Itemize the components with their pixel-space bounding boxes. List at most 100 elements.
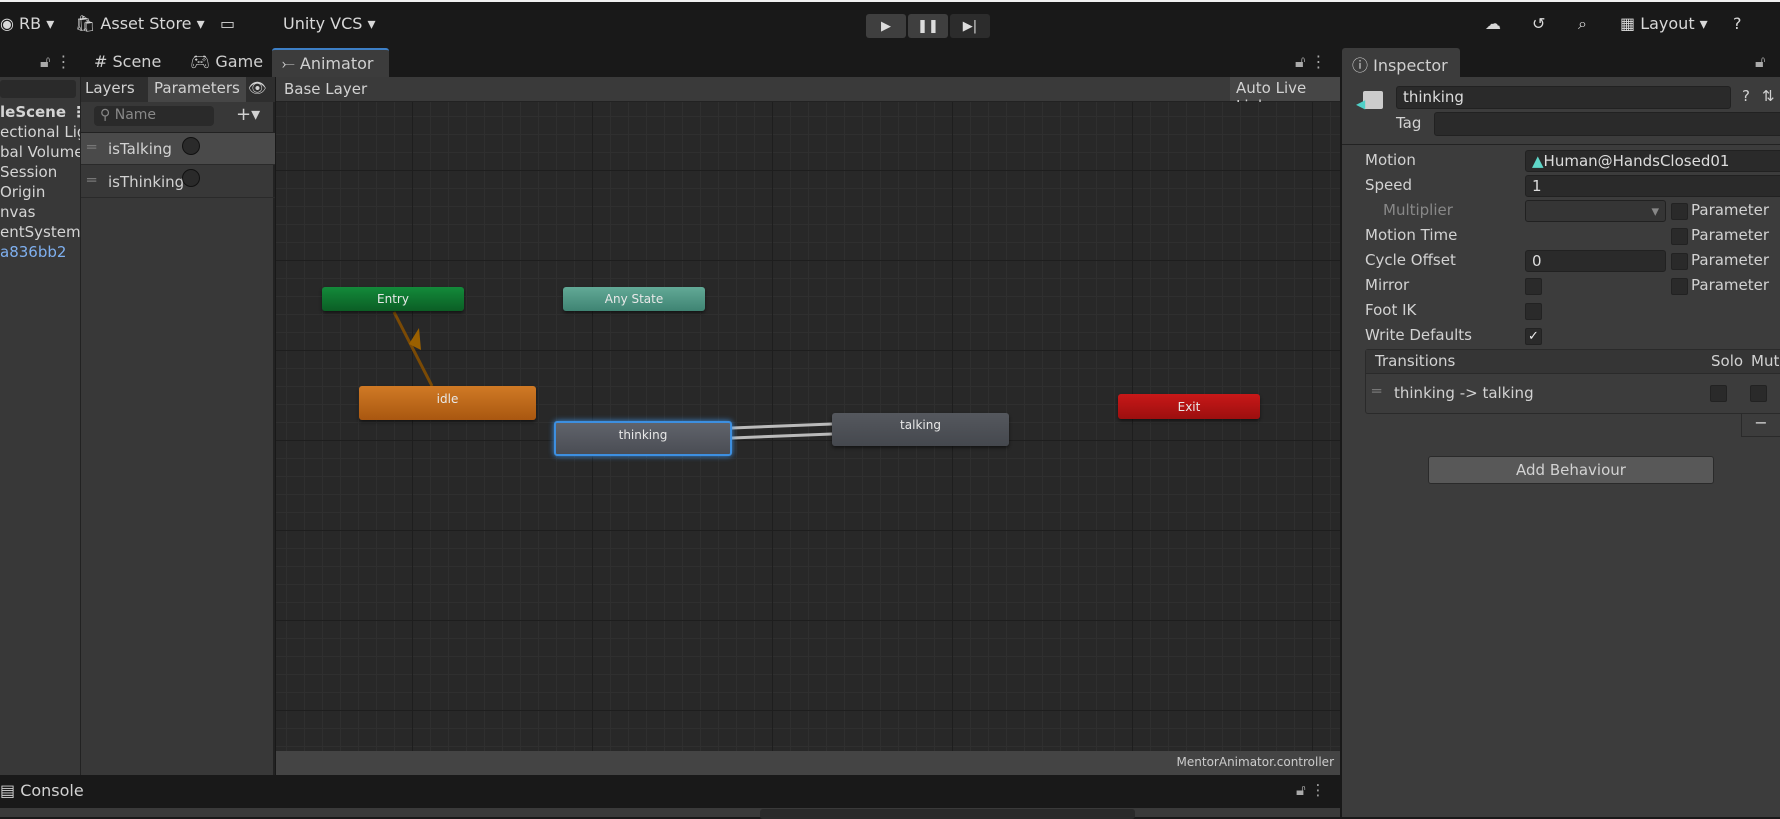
vcs-dropdown[interactable]: Unity VCS ▾ (283, 14, 376, 33)
pause-button[interactable]: ❚❚ (908, 14, 948, 38)
account-dropdown[interactable]: ◉ RB ▾ (0, 14, 54, 33)
multiplier-label: Multiplier (1383, 201, 1453, 219)
speed-input[interactable]: 1 (1525, 175, 1780, 197)
lock-icon[interactable]: 🔓︎ ⋮ (30, 48, 81, 77)
help-icon[interactable]: ? (1733, 14, 1742, 33)
bool-toggle[interactable] (182, 169, 200, 187)
scene-root[interactable]: leScene ⋮ (0, 103, 80, 121)
state-talking[interactable]: talking (832, 413, 1009, 446)
inspector-title: Inspector (1373, 56, 1448, 75)
layout-dropdown[interactable]: ▦ Layout ▾ (1620, 14, 1708, 33)
mirror-parameter-checkbox[interactable] (1671, 278, 1688, 295)
tab-game[interactable]: 🎮︎ Game (180, 48, 273, 77)
tab-inspector[interactable]: ⓘ Inspector (1342, 48, 1460, 77)
state-idle[interactable]: idle (359, 386, 536, 420)
console-title: Console (20, 781, 84, 800)
animator-state-icon: ◀ (1356, 89, 1384, 115)
tag-label: Tag (1396, 114, 1422, 132)
bag-icon: 🛍 (75, 14, 96, 33)
presets-icon[interactable]: ⇅ (1762, 87, 1775, 105)
console-tab-bar: ▤ Console 🔓︎ ⋮ (0, 775, 1340, 808)
layers-tab[interactable]: Layers (85, 79, 135, 97)
add-parameter-button[interactable]: +▾ (236, 104, 260, 125)
mute-header: Mute (1751, 352, 1780, 370)
controller-name: MentorAnimator.controller (1176, 755, 1334, 769)
motion-time-parameter-checkbox[interactable] (1671, 228, 1688, 245)
history-icon[interactable]: ↺ (1532, 14, 1545, 33)
state-entry[interactable]: Entry (322, 287, 464, 311)
parameters-tab[interactable]: Parameters (148, 77, 246, 102)
motion-field[interactable]: ▲Human@HandsClosed01 (1525, 150, 1780, 172)
state-exit[interactable]: Exit (1118, 394, 1260, 419)
hierarchy-item[interactable]: entSystem (0, 223, 80, 241)
main-toolbar: ◉ RB ▾ 🛍 Asset Store ▾ ▭ Unity VCS ▾ ▶ ❚… (0, 0, 1780, 48)
parameter-row[interactable]: ═ isTalking (81, 133, 275, 165)
animator-graph[interactable]: Entry Any State idle thinking talking Ex… (276, 102, 1340, 751)
asset-store-dropdown[interactable]: 🛍 Asset Store ▾ (75, 14, 205, 33)
speed-label: Speed (1365, 176, 1413, 194)
hierarchy-item[interactable]: Origin (0, 183, 45, 201)
tab-game-label: Game (215, 52, 264, 71)
info-icon: ⓘ (1352, 56, 1369, 75)
hierarchy-item[interactable]: nvas (0, 203, 35, 221)
multiplier-parameter-checkbox[interactable] (1671, 203, 1688, 220)
mute-checkbox[interactable] (1750, 385, 1767, 402)
cycle-offset-parameter-checkbox[interactable] (1671, 253, 1688, 270)
step-button[interactable]: ▶| (950, 14, 990, 38)
hierarchy-search[interactable] (0, 80, 76, 98)
cloud-icon[interactable]: ☁ (1485, 14, 1501, 33)
graph-footer: MentorAnimator.controller (276, 751, 1340, 775)
search-placeholder: Name (114, 107, 157, 123)
parameter-search-input[interactable]: ⚲ Name (94, 106, 214, 126)
hierarchy-item[interactable]: Session (0, 163, 57, 181)
multiplier-dropdown[interactable]: ▾ (1525, 200, 1666, 222)
animator-lock-icon[interactable]: 🔓︎ ⋮ (1285, 48, 1336, 77)
solo-header: Solo (1711, 352, 1744, 370)
console-toolbar (0, 808, 1340, 819)
state-any-state[interactable]: Any State (563, 287, 705, 311)
bool-toggle[interactable] (182, 137, 200, 155)
tab-console[interactable]: ▤ Console (0, 781, 84, 800)
parameters-panel: Layers Parameters 👁︎ ⚲ Name +▾ ═ isTalki… (81, 77, 275, 775)
tag-input[interactable] (1434, 112, 1780, 136)
add-behaviour-button[interactable]: Add Behaviour (1428, 456, 1714, 484)
tab-animator[interactable]: ⤚ Animator (272, 48, 389, 77)
parameter-row[interactable]: ═ isThinking (81, 166, 275, 198)
console-lock-icon[interactable]: 🔓︎ ⋮ (1296, 781, 1326, 799)
inspector-panel: ◀ thinking ? ⇅ Tag Motion ▲Human@HandsCl… (1342, 77, 1780, 817)
play-button[interactable]: ▶ (866, 14, 906, 38)
parameter-label: Parameter (1691, 201, 1770, 219)
transition-edges (392, 311, 833, 444)
asset-store-label: Asset Store (100, 14, 192, 33)
entry-to-idle-transition (392, 311, 434, 387)
scene-name: leScene (0, 103, 67, 121)
thinking-to-talking-transition (731, 432, 833, 440)
state-name-input[interactable]: thinking (1396, 86, 1731, 109)
mirror-label: Mirror (1365, 276, 1410, 294)
parameter-label: Parameter (1691, 276, 1770, 294)
auto-live-link-button[interactable]: Auto Live Link (1230, 77, 1340, 115)
solo-checkbox[interactable] (1710, 385, 1727, 402)
hierarchy-item[interactable]: bal Volume (0, 143, 80, 161)
console-search-input[interactable] (760, 809, 1135, 819)
foot-ik-checkbox[interactable] (1525, 303, 1542, 320)
transition-row[interactable]: ═ thinking -> talking (1366, 375, 1780, 413)
tab-animator-label: Animator (299, 54, 374, 73)
cycle-offset-input[interactable]: 0 (1525, 250, 1666, 272)
transitions-header: Transitions (1375, 352, 1456, 370)
mirror-checkbox[interactable] (1525, 278, 1542, 295)
inspector-lock-icon[interactable]: 🔓︎ (1745, 48, 1775, 77)
tab-scene[interactable]: # Scene (84, 48, 171, 77)
parameter-name: isThinking (108, 173, 185, 191)
parameter-label: Parameter (1691, 251, 1770, 269)
hierarchy-item[interactable]: ectional Ligl (0, 123, 80, 141)
breadcrumb-base-layer[interactable]: Base Layer (284, 80, 367, 98)
search-icon[interactable]: ⌕ (1578, 14, 1587, 34)
write-defaults-checkbox[interactable]: ✓ (1525, 328, 1542, 345)
hierarchy-item[interactable]: a836bb2 (0, 243, 66, 261)
remove-transition-button[interactable]: − (1741, 413, 1780, 437)
archive-icon[interactable]: ▭ (220, 14, 235, 33)
state-thinking[interactable]: thinking (554, 421, 732, 456)
help-icon[interactable]: ? (1742, 87, 1750, 105)
eye-icon[interactable]: 👁︎ (248, 79, 267, 97)
